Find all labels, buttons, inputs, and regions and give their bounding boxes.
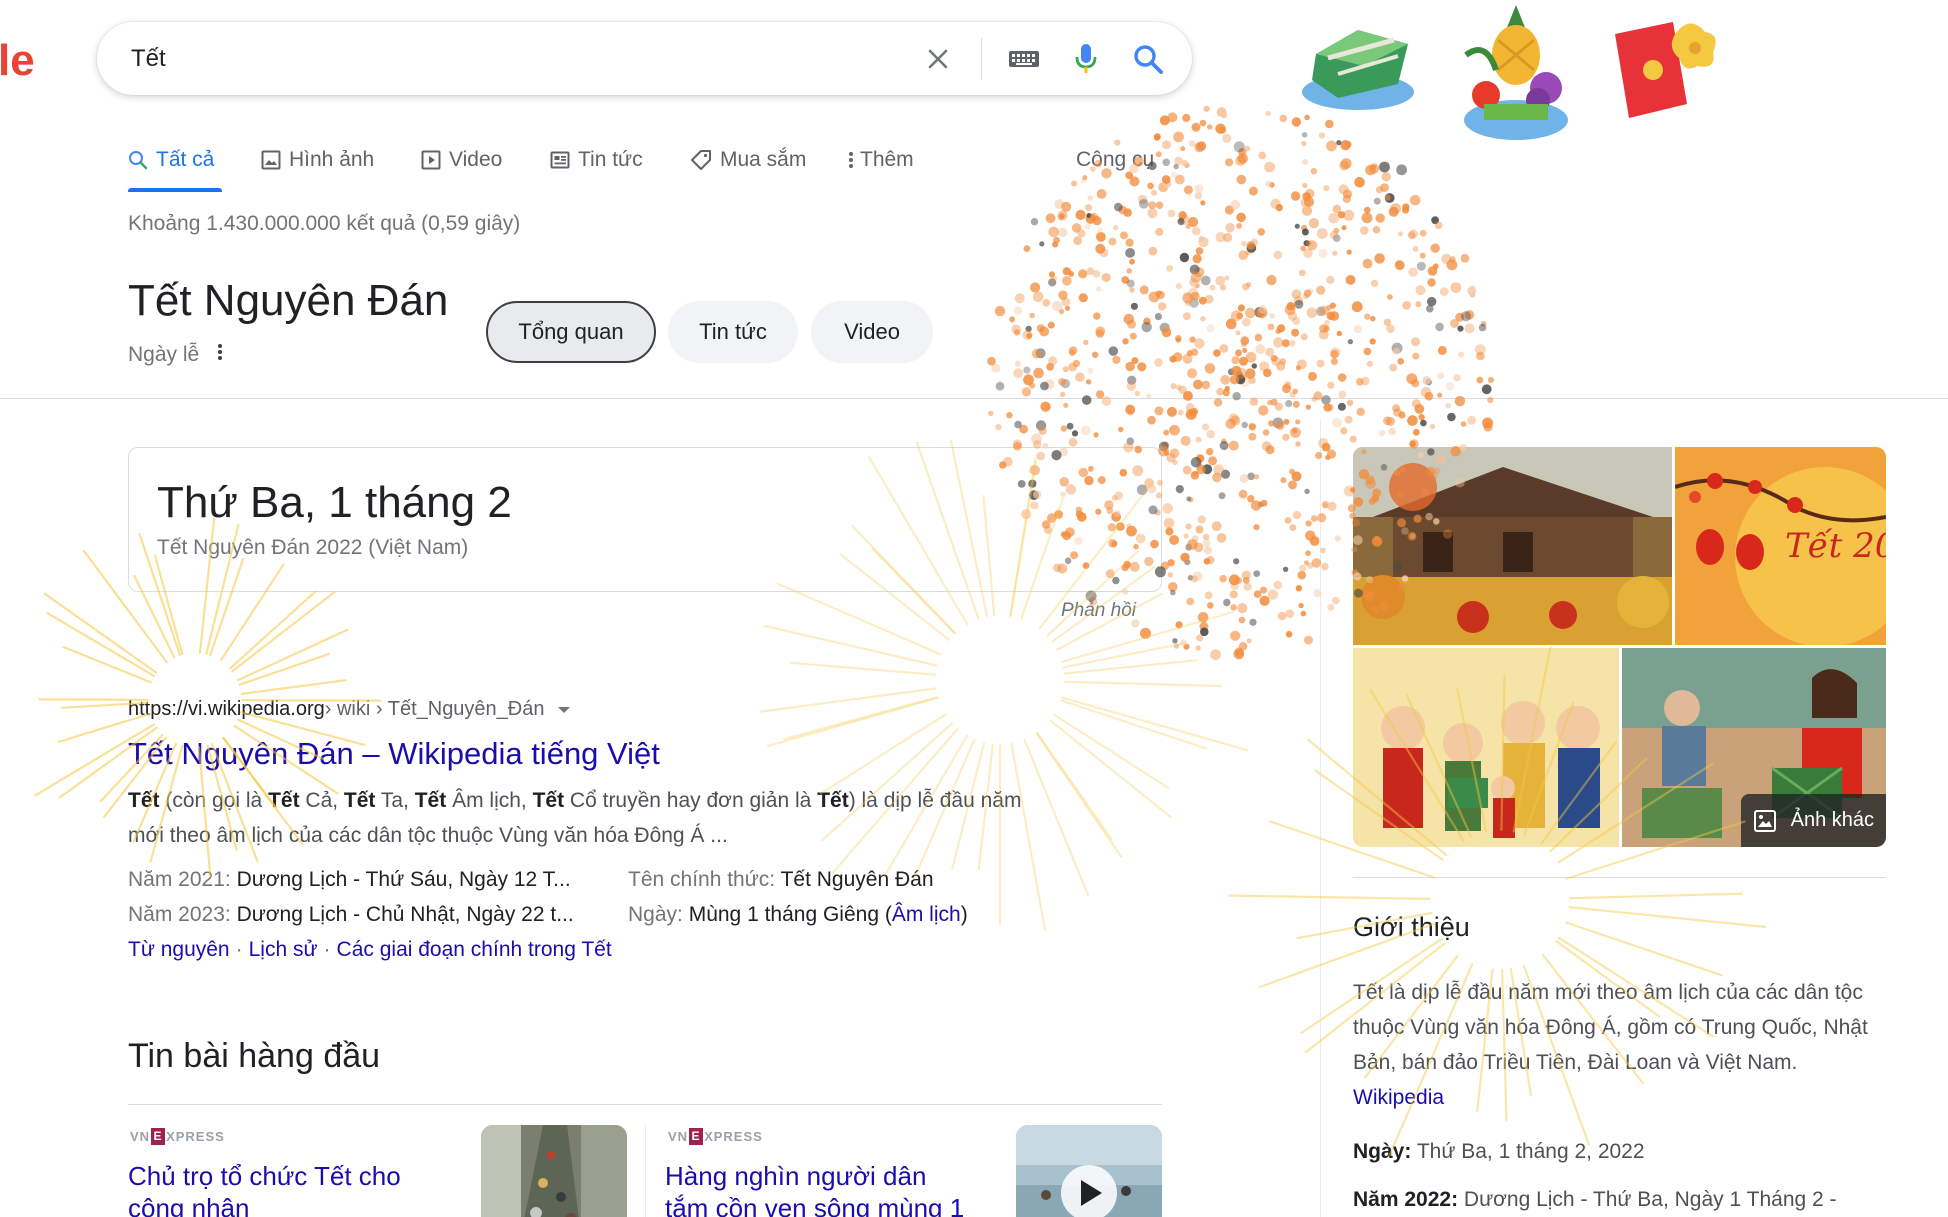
more-vert-icon [848,150,854,170]
separator: · [323,938,331,961]
result-title-link[interactable]: Tết Nguyên Đán – Wikipedia tiếng Việt [128,736,660,772]
news-thumbnail[interactable] [481,1125,627,1217]
tab-images[interactable]: Hình ảnh [261,140,374,180]
chip-overview[interactable]: Tổng quan [486,301,656,363]
sitelink[interactable]: Lịch sử [249,938,318,961]
holiday-date: Thứ Ba, 1 tháng 2 [157,478,512,527]
microphone-icon[interactable] [1067,40,1105,78]
sitelink[interactable]: Từ nguyên [128,938,230,961]
top-stories-divider [128,1104,1162,1105]
snippet-line-2: mới theo âm lịch của các dân tộc thuộc V… [128,824,728,847]
tab-label: Tất cả [156,148,215,171]
entity-type: Ngày lễ [128,343,200,366]
header-divider [0,398,1948,399]
kp-image-house[interactable] [1353,447,1672,645]
intro-heading: Giới thiệu [1353,912,1470,942]
page: le Tết Tất cả Hình ảnh Video Tin tức Mua… [0,0,1948,1217]
news-video-thumbnail[interactable] [1016,1125,1162,1217]
kp-fact-year: Năm 2022: Dương Lịch - Thứ Ba, Ngày 1 Th… [1353,1188,1837,1211]
google-logo[interactable]: le [0,36,35,86]
image-overlay-text: Tết 202 [1785,526,1886,566]
news-card-divider [645,1125,646,1217]
chip-label: Video [844,319,900,344]
red-envelope-doodle-icon[interactable] [1605,14,1721,129]
banh-chung-doodle-icon[interactable] [1298,14,1424,119]
tab-shopping[interactable]: Mua sắm [690,140,806,180]
news-icon [550,150,570,170]
results-count: Khoảng 1.430.000.000 kết quả (0,59 giây) [128,212,521,235]
feedback-link[interactable]: Phản hồi [1061,600,1136,622]
tab-news[interactable]: Tin tức [550,140,643,180]
news-title-link[interactable]: Hàng nghìn người dân tắm cồn ven sông mù… [665,1160,965,1217]
tab-video[interactable]: Video [421,140,502,180]
intro-text: Tết là dịp lễ đầu năm mới theo âm lịch c… [1353,981,1868,1074]
kp-image-family[interactable] [1353,648,1619,847]
tab-label: Hình ảnh [289,148,375,171]
keyboard-icon[interactable] [1005,40,1043,78]
fact-row: Năm 2023: Dương Lịch - Chủ Nhật, Ngày 22… [128,903,574,926]
news-source-logo: VN E XPRESS [130,1128,225,1145]
chip-news[interactable]: Tin tức [668,301,798,363]
result-facts-right: Tên chính thức: Tết Nguyên Đán Ngày: Mùn… [628,862,968,932]
result-facts-left: Năm 2021: Dương Lịch - Thứ Sáu, Ngày 12 … [128,862,574,932]
entity-subtitle: Ngày lễ [128,342,223,368]
fact-row: Năm 2021: Dương Lịch - Thứ Sáu, Ngày 12 … [128,868,571,891]
top-stories-heading: Tin bài hàng đầu [128,1037,381,1075]
tab-label: Mua sắm [720,148,807,171]
separator: · [235,938,243,961]
more-images-label: Ảnh khác [1790,809,1874,831]
wikipedia-link[interactable]: Wikipedia [1353,1086,1444,1109]
entity-title: Tết Nguyên Đán [128,276,449,325]
tab-tools[interactable]: Công cụ [1076,140,1154,180]
knowledge-panel-images: Tết 202 [1353,447,1886,847]
tab-more[interactable]: Thêm [848,140,914,180]
fruit-tray-doodle-icon[interactable] [1446,0,1576,150]
result-url[interactable]: https://vi.wikipedia.org › wiki › Tết_Ng… [128,698,571,721]
chip-video[interactable]: Video [811,301,933,363]
date-card: Thứ Ba, 1 tháng 2 Tết Nguyên Đán 2022 (V… [128,447,1162,592]
more-images-button[interactable]: Ảnh khác [1740,794,1886,847]
chip-label: Tổng quan [518,319,624,344]
result-path: › wiki › Tết_Nguyên_Đán [324,698,545,720]
search-icon [128,150,148,170]
kp-fact-date: Ngày: Thứ Ba, 1 tháng 2, 2022 [1353,1140,1645,1163]
holiday-caption: Tết Nguyên Đán 2022 (Việt Nam) [157,536,469,559]
active-tab-indicator [128,188,222,192]
news-source-logo: VN E XPRESS [668,1128,763,1145]
search-bar[interactable] [97,22,1192,95]
search-input[interactable] [129,40,893,78]
tag-icon [690,149,712,171]
sitelink[interactable]: Các giai đoạn chính trong Tết [337,938,612,961]
fact-row: Tên chính thức: Tết Nguyên Đán [628,868,934,891]
snippet-line-1: Tết (còn gọi là Tết Cả, Tết Ta, Tết Âm l… [128,789,1022,812]
fact-row: Ngày: Mùng 1 tháng Giêng (Âm lịch) [628,903,968,926]
image-icon [1753,809,1777,833]
tab-label: Công cụ [1076,148,1155,171]
more-vert-icon[interactable] [217,342,223,368]
sitelinks: Từ nguyên · Lịch sử · Các giai đoạn chính tr… [128,938,612,962]
clear-icon[interactable] [919,40,957,78]
knowledge-panel-divider [1353,877,1886,878]
result-domain: https://vi.wikipedia.org [128,698,325,720]
tab-all[interactable]: Tất cả [128,140,214,180]
image-icon [261,150,281,170]
search-submit-icon[interactable] [1129,40,1167,78]
search-divider [981,38,982,80]
result-snippet: Tết (còn gọi là Tết Cả, Tết Ta, Tết Âm l… [128,783,1088,853]
intro-description: Tết là dịp lễ đầu năm mới theo âm lịch c… [1353,975,1893,1115]
chip-label: Tin tức [699,319,767,344]
tab-label: Tin tức [578,148,643,171]
video-icon [421,150,441,170]
kp-image-tet-banner[interactable]: Tết 202 [1675,447,1886,645]
news-title-link[interactable]: Chủ trọ tổ chức Tết cho công nhân [128,1160,428,1217]
tab-label: Video [449,148,503,171]
column-divider [1320,420,1321,1217]
lunar-calendar-link[interactable]: Âm lịch [892,903,961,926]
tab-label: Thêm [860,148,914,171]
caret-down-icon[interactable] [557,705,571,715]
